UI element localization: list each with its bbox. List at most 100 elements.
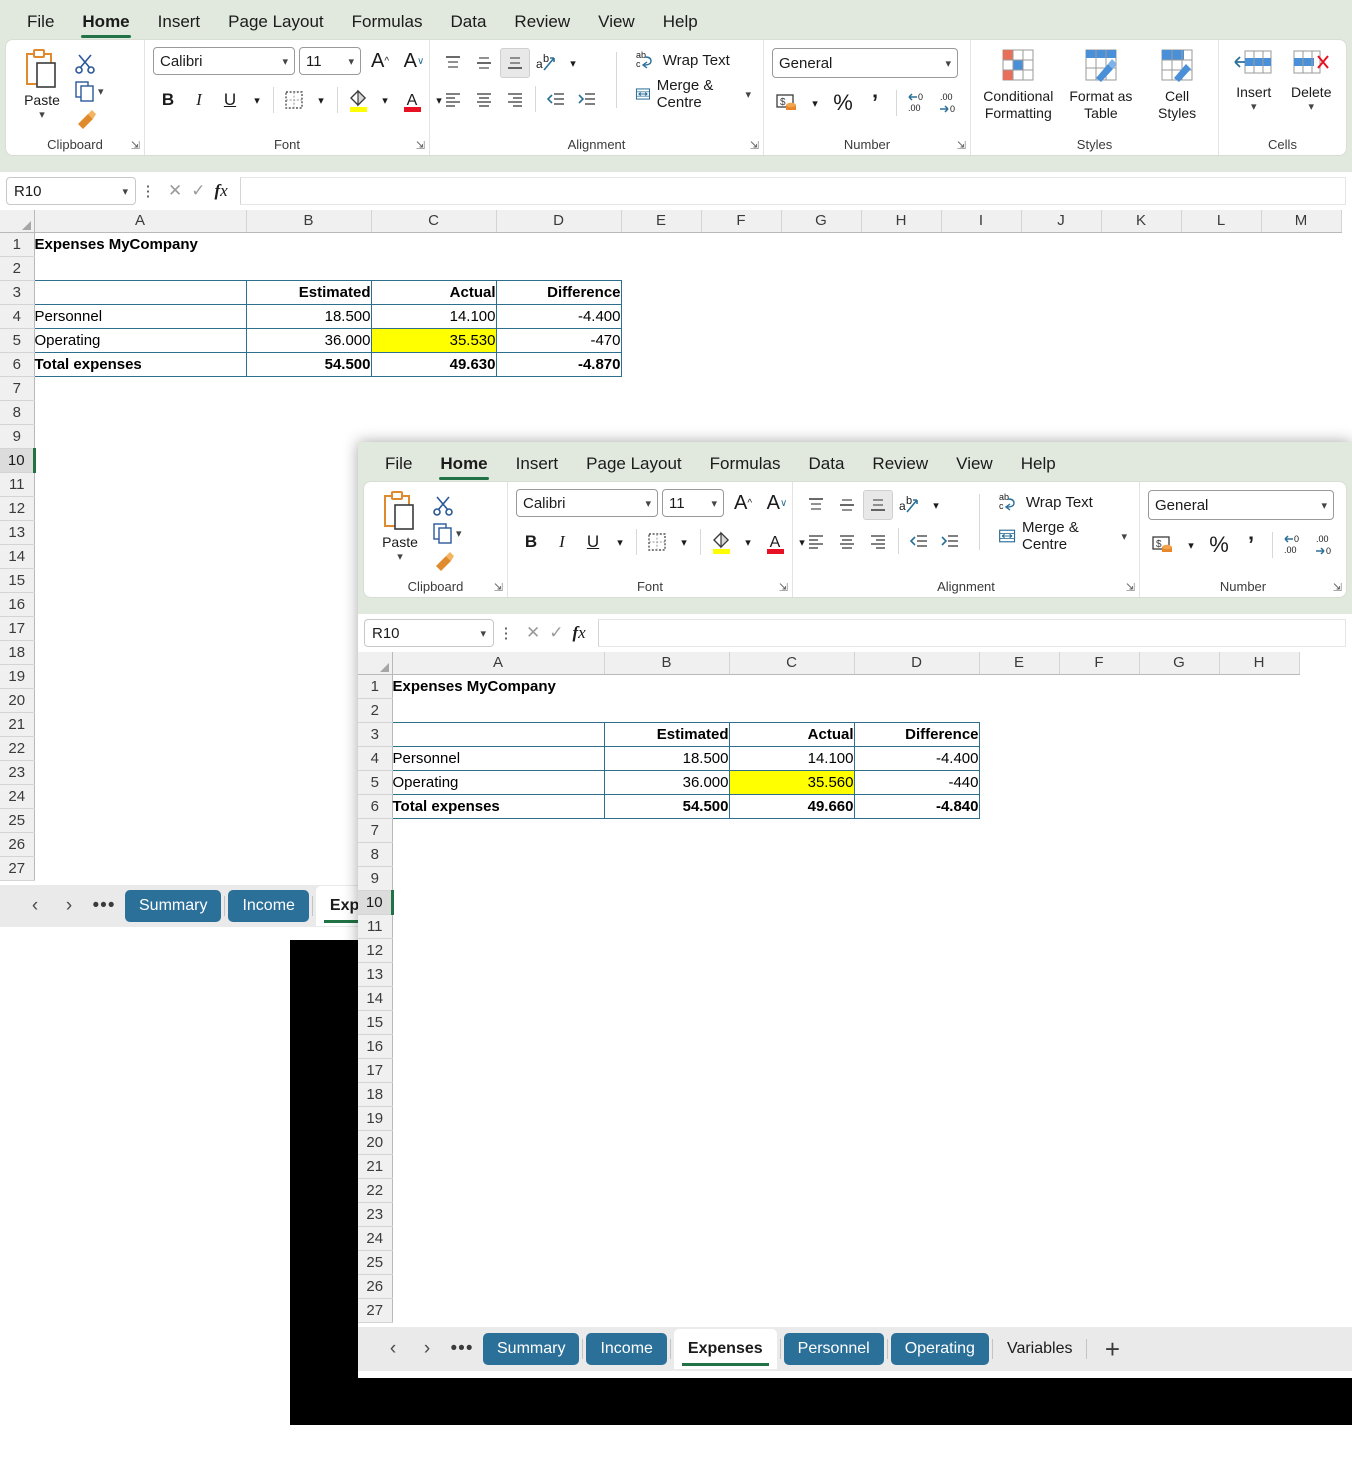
fg-cell-empty[interactable]: [1139, 722, 1219, 746]
fg-cell-empty[interactable]: [854, 842, 979, 866]
bg-cell-empty[interactable]: [246, 832, 371, 856]
fg-cell-empty[interactable]: [1059, 1226, 1139, 1250]
fg-cell-empty[interactable]: [1219, 746, 1299, 770]
fg-cell-empty[interactable]: [979, 1274, 1059, 1298]
fg-copy-button[interactable]: ▾: [430, 520, 464, 546]
fg-cell-empty[interactable]: [604, 890, 729, 914]
fg-cell-empty[interactable]: [1139, 866, 1219, 890]
bg-cell-empty[interactable]: [1261, 256, 1341, 280]
fg-cell-empty[interactable]: [854, 1034, 979, 1058]
fg-cell-empty[interactable]: [1139, 1178, 1219, 1202]
fg-cell-empty[interactable]: [729, 962, 854, 986]
fg-cell-empty[interactable]: [1059, 866, 1139, 890]
fg-cell-empty[interactable]: [1219, 1274, 1299, 1298]
fg-align-center-button[interactable]: [832, 526, 862, 556]
fg-cell-empty[interactable]: [979, 842, 1059, 866]
bg-cell-empty[interactable]: [34, 256, 246, 280]
bg-row-header-14[interactable]: 14: [0, 544, 35, 569]
fg-cell-empty[interactable]: [1059, 1274, 1139, 1298]
fg-cell-empty[interactable]: [604, 1130, 729, 1154]
fg-cell-empty[interactable]: [392, 1226, 604, 1250]
bg-cell-empty[interactable]: [781, 280, 861, 304]
bg-cell-empty[interactable]: [246, 784, 371, 808]
fg-cell-c4-actual[interactable]: 14.100: [728, 745, 855, 771]
fg-cell-empty[interactable]: [1139, 1226, 1219, 1250]
bg-delete-cells-button[interactable]: Delete ▾: [1285, 48, 1339, 113]
fg-cell-empty[interactable]: [392, 1058, 604, 1082]
fg-column-header-d[interactable]: D: [854, 652, 980, 675]
bg-cancel-icon[interactable]: ✕: [168, 181, 182, 201]
fg-cell-empty[interactable]: [979, 1250, 1059, 1274]
fg-cell-empty[interactable]: [604, 1034, 729, 1058]
bg-cell-empty[interactable]: [34, 832, 246, 856]
fg-wrap-text-button[interactable]: ab c Wrap Text: [994, 488, 1131, 516]
bg-tab-formulas[interactable]: Formulas: [339, 8, 436, 40]
fg-cell-empty[interactable]: [604, 818, 729, 842]
fg-cell-c5-actual[interactable]: 35.560: [728, 769, 855, 795]
bg-cell-empty[interactable]: [1261, 280, 1341, 304]
fg-align-bottom-button[interactable]: [863, 490, 893, 520]
fg-cell-empty[interactable]: [729, 698, 854, 722]
fg-cell-empty[interactable]: [1139, 770, 1219, 794]
fg-cell-empty[interactable]: [979, 1202, 1059, 1226]
bg-fill-color-chevron-down-icon[interactable]: ▾: [374, 85, 396, 115]
fg-cell-empty[interactable]: [729, 1202, 854, 1226]
bg-cell-empty[interactable]: [781, 328, 861, 352]
bg-cell-empty[interactable]: [701, 352, 781, 376]
fg-more-sheets-icon[interactable]: •••: [444, 1338, 480, 1360]
fg-cell-b4-estimated[interactable]: 18.500: [603, 745, 730, 771]
fg-cell-empty[interactable]: [1219, 986, 1299, 1010]
fg-comma-style-button[interactable]: ’: [1236, 530, 1266, 560]
bg-cell-empty[interactable]: [941, 352, 1021, 376]
fg-borders-chevron-down-icon[interactable]: ▾: [673, 527, 695, 557]
bg-cell-empty[interactable]: [621, 304, 701, 328]
bg-decrease-font-size-button[interactable]: A ∨: [399, 46, 429, 76]
bg-cell-empty[interactable]: [246, 760, 371, 784]
fg-cell-empty[interactable]: [729, 914, 854, 938]
fg-cell-empty[interactable]: [1059, 746, 1139, 770]
fg-cell-empty[interactable]: [1059, 794, 1139, 818]
fg-cell-empty[interactable]: [1219, 962, 1299, 986]
fg-tab-review[interactable]: Review: [859, 450, 941, 482]
fg-align-left-button[interactable]: [801, 526, 831, 556]
bg-cell-empty[interactable]: [34, 808, 246, 832]
bg-cell-a3[interactable]: [33, 279, 247, 305]
fg-cell-b5-estimated[interactable]: 36.000: [603, 769, 730, 795]
fg-cell-empty[interactable]: [1059, 1250, 1139, 1274]
bg-cell-empty[interactable]: [781, 352, 861, 376]
bg-cell-empty[interactable]: [941, 256, 1021, 280]
fg-cell-empty[interactable]: [854, 986, 979, 1010]
bg-cell-empty[interactable]: [34, 664, 246, 688]
fg-italic-button[interactable]: I: [547, 527, 577, 557]
fg-cell-empty[interactable]: [392, 1274, 604, 1298]
fg-cell-empty[interactable]: [1139, 986, 1219, 1010]
fg-name-box[interactable]: R10 ▾: [364, 619, 494, 647]
fg-cell-empty[interactable]: [729, 1082, 854, 1106]
bg-cell-empty[interactable]: [246, 496, 371, 520]
fg-cell-empty[interactable]: [1219, 770, 1299, 794]
bg-cell-empty[interactable]: [861, 352, 941, 376]
fg-cell-empty[interactable]: [1059, 1178, 1139, 1202]
fg-underline-chevron-down-icon[interactable]: ▾: [609, 527, 631, 557]
bg-cell-empty[interactable]: [34, 688, 246, 712]
fg-cell-empty[interactable]: [854, 1274, 979, 1298]
fg-cell-empty[interactable]: [1059, 890, 1139, 914]
fg-cell-empty[interactable]: [1139, 1154, 1219, 1178]
bg-insert-cells-button[interactable]: Insert ▾: [1227, 48, 1281, 113]
fg-sheet-tab-operating[interactable]: Operating: [890, 1333, 989, 1365]
bg-cell-empty[interactable]: [621, 328, 701, 352]
bg-cell-empty[interactable]: [371, 376, 496, 400]
bg-row-header-16[interactable]: 16: [0, 592, 35, 617]
bg-fill-color-button[interactable]: [343, 85, 373, 115]
bg-cell-empty[interactable]: [941, 304, 1021, 328]
fg-row-header-2[interactable]: 2: [358, 698, 393, 723]
fg-cell-empty[interactable]: [729, 842, 854, 866]
fg-cell-empty[interactable]: [604, 1274, 729, 1298]
fg-cell-empty[interactable]: [1219, 1154, 1299, 1178]
fg-cell-empty[interactable]: [1219, 1226, 1299, 1250]
fg-cell-empty[interactable]: [1059, 698, 1139, 722]
bg-cell-empty[interactable]: [1021, 376, 1101, 400]
fg-orientation-button[interactable]: a b: [894, 490, 924, 520]
fg-cell-empty[interactable]: [1059, 986, 1139, 1010]
bg-cell-empty[interactable]: [701, 400, 781, 424]
